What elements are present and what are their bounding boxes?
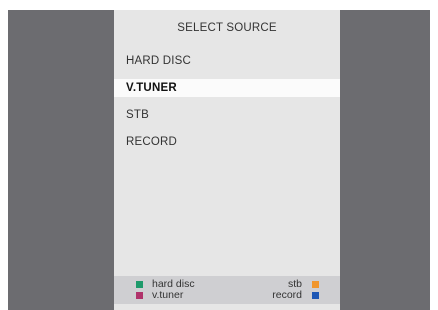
panel-bottom-strip xyxy=(114,304,340,310)
menu-item-stb[interactable]: STB xyxy=(114,106,340,124)
menu-item-v-tuner[interactable]: V.TUNER xyxy=(114,79,340,97)
menu-item-record[interactable]: RECORD xyxy=(114,133,340,151)
color-key-footer: hard disc v.tuner stb record xyxy=(114,276,340,304)
footer-key-record[interactable]: record xyxy=(272,290,302,301)
magenta-key-icon xyxy=(136,292,143,299)
green-key-icon xyxy=(136,281,143,288)
orange-key-icon xyxy=(312,281,319,288)
footer-key-v-tuner[interactable]: v.tuner xyxy=(152,290,183,301)
source-menu-panel: SELECT SOURCE HARD DISC V.TUNER STB RECO… xyxy=(114,10,340,310)
menu-item-hard-disc[interactable]: HARD DISC xyxy=(114,52,340,70)
menu-title: SELECT SOURCE xyxy=(177,22,277,34)
blue-key-icon xyxy=(312,292,319,299)
